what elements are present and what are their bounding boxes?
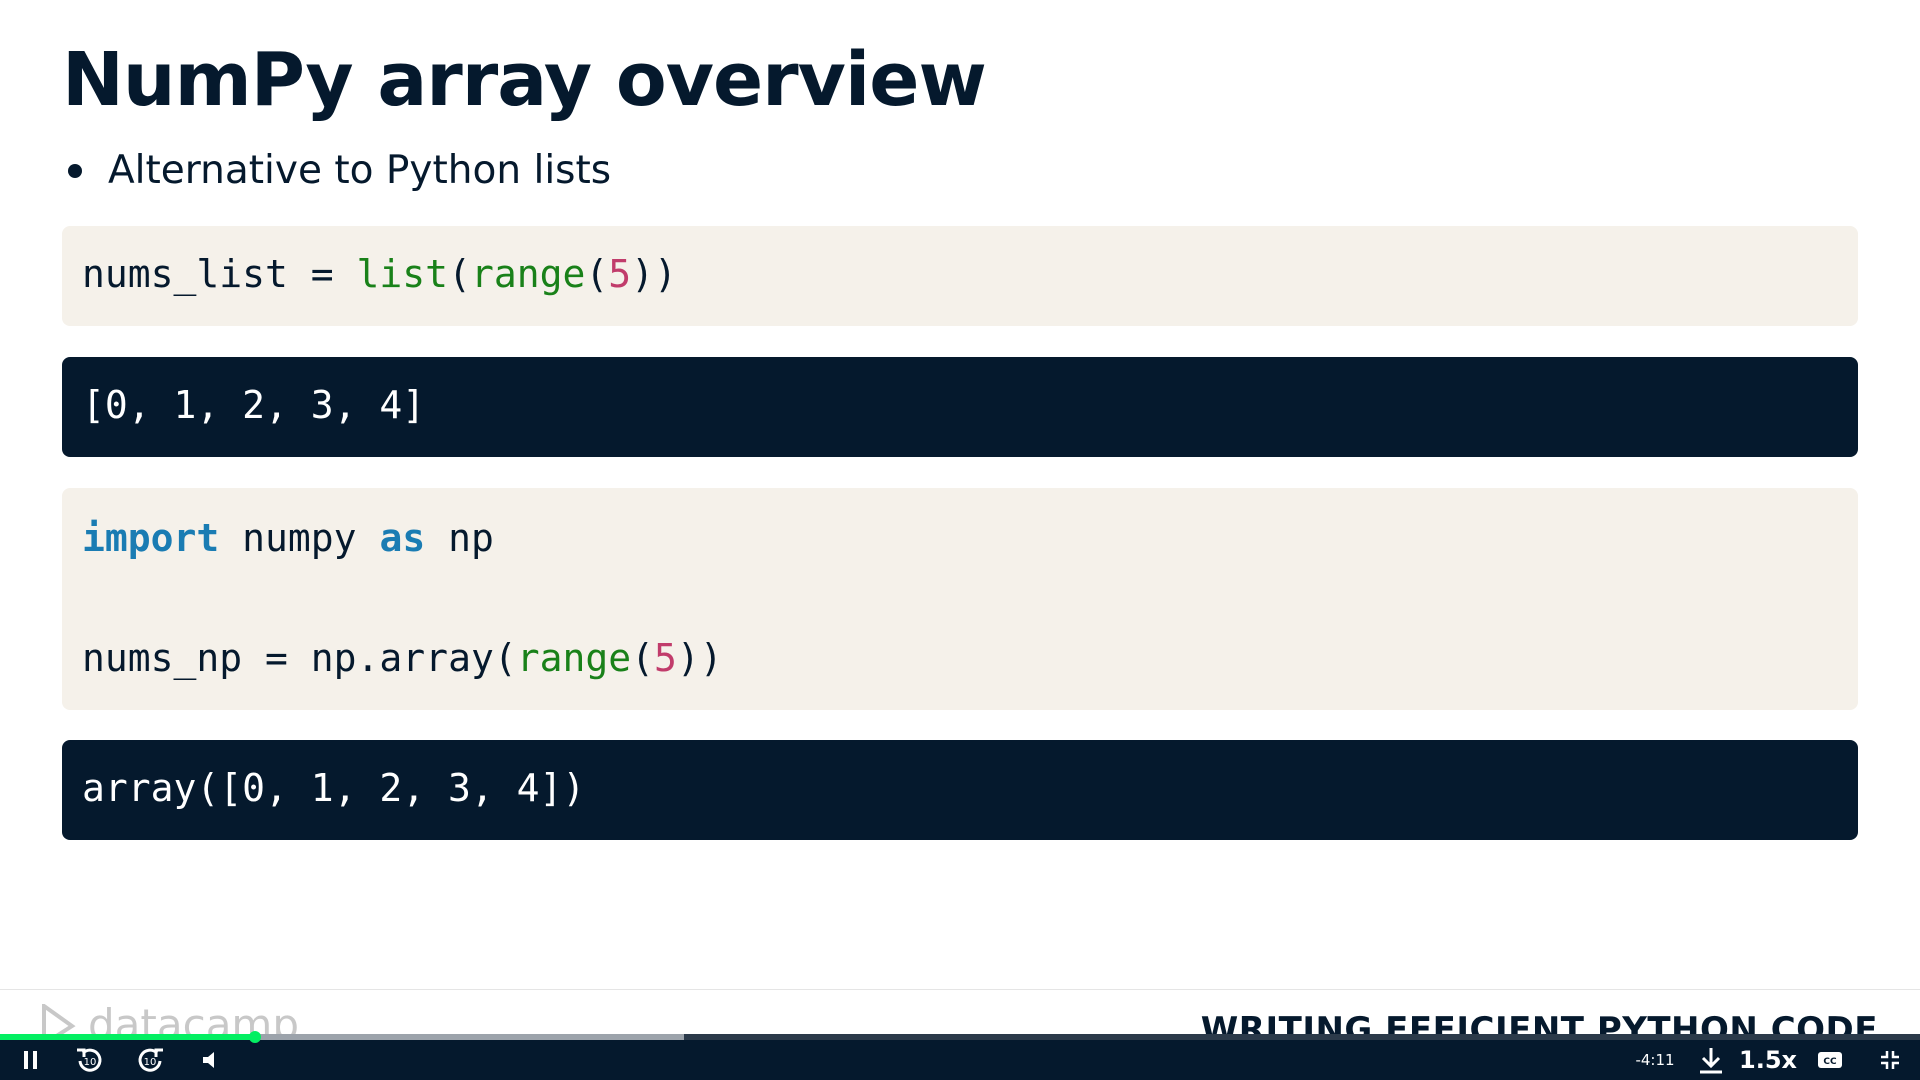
- captions-icon: CC: [1818, 1052, 1842, 1068]
- code-line-array: nums_np = np.array(range(5)): [82, 636, 723, 680]
- code-block-numpy: import numpy as np nums_np = np.array(ra…: [62, 488, 1858, 710]
- volume-icon: [203, 1052, 214, 1068]
- pause-button[interactable]: [16, 1042, 46, 1078]
- code-line-import: import numpy as np: [82, 516, 494, 560]
- svg-text:10: 10: [84, 1057, 97, 1068]
- captions-button[interactable]: CC: [1812, 1042, 1848, 1078]
- output-line: array([0, 1, 2, 3, 4]): [82, 766, 586, 810]
- code-line: nums_list = list(range(5)): [82, 252, 677, 296]
- time-remaining: -4:11: [1635, 1051, 1675, 1069]
- bullet-item: Alternative to Python lists: [68, 148, 611, 193]
- forward-10-icon: 10: [138, 1048, 163, 1072]
- footer-divider: [0, 989, 1920, 990]
- pause-icon: [24, 1051, 37, 1069]
- code-block-list: nums_list = list(range(5)): [62, 226, 1858, 326]
- output-block-list: [0, 1, 2, 3, 4]: [62, 357, 1858, 457]
- rewind-10-icon: 10: [77, 1048, 102, 1072]
- bullet-dot: [68, 163, 82, 178]
- output-block-array: array([0, 1, 2, 3, 4]): [62, 740, 1858, 840]
- bullet-text: Alternative to Python lists: [108, 148, 612, 193]
- playback-speed-button[interactable]: 1.5x: [1739, 1042, 1797, 1078]
- svg-text:CC: CC: [1823, 1057, 1837, 1067]
- progress-played: [0, 1034, 256, 1040]
- forward-10-button[interactable]: 10: [132, 1042, 168, 1078]
- exit-fullscreen-icon: [1881, 1051, 1899, 1069]
- slide-title: NumPy array overview: [62, 37, 987, 123]
- output-line: [0, 1, 2, 3, 4]: [82, 383, 426, 427]
- rewind-10-button[interactable]: 10: [72, 1042, 108, 1078]
- svg-text:10: 10: [144, 1057, 157, 1068]
- download-icon: [1700, 1048, 1722, 1074]
- exit-fullscreen-button[interactable]: [1872, 1042, 1908, 1078]
- download-button[interactable]: [1692, 1042, 1730, 1078]
- volume-button[interactable]: [196, 1042, 224, 1078]
